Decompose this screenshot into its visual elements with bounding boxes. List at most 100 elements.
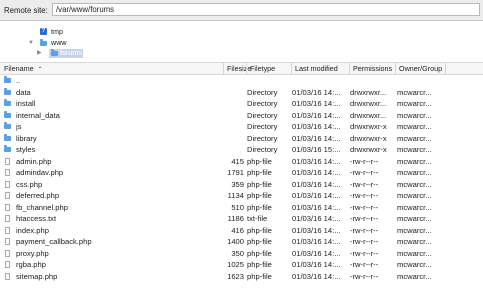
tree-item-label: forums <box>60 48 82 57</box>
file-row[interactable]: index.php 416 php-file 01/03/16 14:... -rw-r… <box>0 225 483 237</box>
column-last-modified-label: Last modified <box>295 64 338 73</box>
file-size: 1623 <box>227 271 244 281</box>
file-name: payment_callback.php <box>16 237 92 246</box>
file-name: sitemap.php <box>16 271 58 281</box>
file-type: Directory <box>247 87 278 97</box>
chevron-down-icon[interactable]: ▼ <box>28 38 34 48</box>
file-icon <box>5 157 10 165</box>
file-owner: mcwarcr... <box>397 237 432 246</box>
file-owner: mcwarcr... <box>397 156 432 166</box>
file-size: 416 <box>231 225 244 235</box>
file-modified: 01/03/16 14:... <box>292 248 341 258</box>
file-row[interactable]: install Directory 01/03/16 14:... drwxrwxr.… <box>0 98 483 110</box>
file-permissions: drwxrwxr... <box>350 99 387 108</box>
file-permissions: drwxrwxr... <box>350 110 387 120</box>
chevron-right-icon[interactable]: ▶ <box>37 48 42 58</box>
file-icon <box>5 180 10 188</box>
file-size: 415 <box>231 156 244 166</box>
file-name: proxy.php <box>16 248 49 258</box>
file-icon <box>5 215 10 222</box>
file-size: 350 <box>231 248 244 258</box>
sort-ascending-icon: ⌃ <box>37 67 43 73</box>
column-owner-group[interactable]: Owner/Group <box>395 63 445 74</box>
file-row[interactable]: admindav.php 1791 php-file 01/03/16 14:... -… <box>0 167 483 179</box>
tree-item-label: www <box>51 38 67 47</box>
file-row[interactable]: css.php 359 php-file 01/03/16 14:... -rw-r--… <box>0 179 483 191</box>
file-row[interactable]: proxy.php 350 php-file 01/03/16 14:... -rw-r… <box>0 248 483 260</box>
file-icon <box>5 249 10 257</box>
folder-icon <box>4 122 11 129</box>
file-permissions: -rw-r--r-- <box>350 225 379 235</box>
column-last-modified[interactable]: Last modified <box>291 63 349 74</box>
file-modified: 01/03/16 14:... <box>292 99 341 108</box>
file-icon <box>5 238 10 245</box>
file-modified: 01/03/16 14:... <box>292 271 341 281</box>
file-modified: 01/03/16 14:... <box>292 225 341 235</box>
file-name: admindav.php <box>16 168 64 177</box>
file-row[interactable]: payment_callback.php 1400 php-file 01/03/16… <box>0 236 483 248</box>
file-size: 510 <box>231 202 244 212</box>
file-row[interactable]: admin.php 415 php-file 01/03/16 14:... -rw-r… <box>0 156 483 168</box>
file-name: styles <box>16 145 36 154</box>
file-permissions: -rw-r--r-- <box>350 271 379 281</box>
file-row[interactable]: sitemap.php 1623 php-file 01/03/16 14:... -r… <box>0 271 483 283</box>
file-icon <box>5 261 10 268</box>
file-name: index.php <box>16 225 49 235</box>
file-permissions: drwxrwxr-x <box>350 133 387 143</box>
file-permissions: -rw-r--r-- <box>350 179 379 189</box>
folder-icon <box>4 99 11 106</box>
file-row[interactable]: js Directory 01/03/16 14:... drwxrwxr-x mcwa… <box>0 121 483 133</box>
file-modified: 01/03/16 14:... <box>292 179 341 189</box>
file-type: php-file <box>247 225 272 235</box>
file-icon <box>5 226 10 234</box>
file-name: rgba.php <box>16 260 46 269</box>
file-row[interactable]: data Directory 01/03/16 14:... drwxrwxr... m… <box>0 87 483 99</box>
file-modified: 01/03/16 14:... <box>292 87 341 97</box>
file-type: Directory <box>247 122 278 131</box>
folder-icon <box>4 76 11 83</box>
file-name: htaccess.txt <box>16 214 57 223</box>
file-type: txt-file <box>247 214 268 223</box>
file-modified: 01/03/16 14:... <box>292 191 341 200</box>
file-type: Directory <box>247 110 278 120</box>
file-size: 1025 <box>227 260 244 269</box>
file-size: 1400 <box>227 237 244 246</box>
file-modified: 01/03/16 14:... <box>292 214 341 223</box>
file-size: 359 <box>231 179 244 189</box>
tree-item-forums[interactable]: ▶ forums <box>37 48 87 58</box>
folder-icon <box>51 49 58 56</box>
column-owner-group-label: Owner/Group <box>399 64 443 73</box>
file-name: install <box>16 99 36 108</box>
file-name: .. <box>16 76 21 85</box>
file-row[interactable]: fb_channel.php 510 php-file 01/03/16 14:...… <box>0 202 483 214</box>
column-filetype[interactable]: Filetype <box>246 63 291 74</box>
file-owner: mcwarcr... <box>397 145 432 154</box>
file-size: 1186 <box>227 214 244 223</box>
file-row[interactable]: htaccess.txt 1186 txt-file 01/03/16 14:... -… <box>0 213 483 225</box>
file-permissions: -rw-r--r-- <box>350 248 379 258</box>
remote-site-path-input[interactable]: /var/www/forums <box>52 3 480 16</box>
file-name: js <box>16 122 22 131</box>
column-filesize[interactable]: Filesize <box>223 63 251 74</box>
file-permissions: -rw-r--r-- <box>350 191 379 200</box>
file-permissions: -rw-r--r-- <box>350 214 379 223</box>
file-row[interactable]: library Directory 01/03/16 14:... drwxrwxr-… <box>0 133 483 145</box>
column-filename[interactable]: Filename ⌃ <box>0 63 223 74</box>
file-row[interactable]: deferred.php 1134 php-file 01/03/16 14:... -… <box>0 190 483 202</box>
file-modified: 01/03/16 15:... <box>292 145 341 154</box>
file-row[interactable]: styles Directory 01/03/16 15:... drwxrwxr-x… <box>0 144 483 156</box>
file-type: php-file <box>247 179 272 189</box>
file-modified: 01/03/16 14:... <box>292 133 341 143</box>
remote-site-bar: Remote site: /var/www/forums <box>0 0 483 21</box>
question-icon: ? <box>40 28 47 35</box>
file-type: php-file <box>247 248 272 258</box>
file-icon <box>5 192 10 199</box>
file-permissions: drwxrwxr... <box>350 87 387 97</box>
file-row[interactable]: .. <box>0 75 483 87</box>
file-row[interactable]: internal_data Directory 01/03/16 14:... drw… <box>0 110 483 122</box>
column-extra <box>445 63 483 74</box>
file-modified: 01/03/16 14:... <box>292 202 341 212</box>
folder-icon <box>40 39 47 46</box>
column-permissions[interactable]: Permissions <box>349 63 395 74</box>
file-row[interactable]: rgba.php 1025 php-file 01/03/16 14:... -rw-r… <box>0 259 483 271</box>
